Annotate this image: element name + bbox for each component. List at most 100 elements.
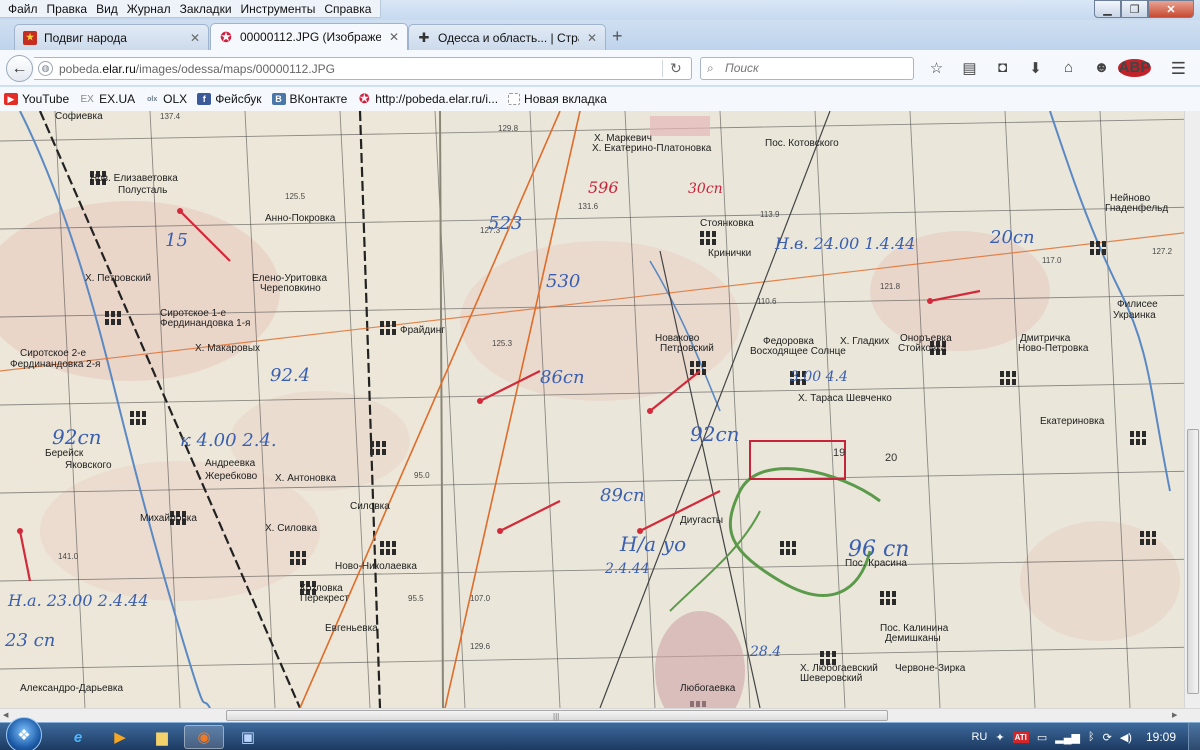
url-text[interactable]: pobeda.elar.ru/images/odessa/maps/000001… [59,62,335,76]
reload-icon[interactable]: ↻ [670,60,682,77]
elevation-mark: 110.6 [757,297,777,306]
olx-icon: olx [147,95,158,103]
bookmark-item[interactable]: ▶ YouTube [4,92,69,106]
vertical-scrollbar[interactable] [1184,111,1200,708]
clock[interactable]: 19:09 [1146,730,1176,744]
image-viewport[interactable]: Софиевка Нов. Елизаветовка Полусталь Анно-П… [0,111,1200,708]
toolbar-icons: ☆ ▤ ◘ ⬇ ⌂ ☻ ABP [920,59,1151,77]
horizontal-scroll-thumb[interactable]: ||| [226,710,888,721]
tab-map-image[interactable]: ✪ 00000112.JPG (Изображен... ✕ [210,23,408,50]
horizontal-scrollbar[interactable]: ◀ ||| ▶ [0,708,1200,722]
maximize-button[interactable]: ❐ [1121,0,1148,18]
village-block [296,559,300,565]
place-name: Пос. Котовского [765,138,839,149]
tab-podvig-naroda[interactable]: ★ Подвиг народа ✕ [14,24,209,50]
village-block [370,449,374,455]
place-name: Х. Тараса Шевченко [798,393,892,404]
bookmark-item[interactable]: Новая вкладка [508,92,607,106]
reader-list-icon[interactable]: ▤ [953,59,986,77]
village-block [1096,249,1100,255]
ati-icon[interactable]: ATI [1012,731,1029,743]
handwritten-annotation: 92.4 [270,365,310,386]
media-player-icon[interactable]: ▶ [100,725,140,749]
chat-icon[interactable]: ☻ [1085,59,1118,77]
sync-icon[interactable]: ⟳ [1103,731,1112,744]
tab-label: Одесса и область... | Стра... [438,30,579,45]
village-block [380,321,384,327]
elevation-mark: 113.9 [760,210,780,219]
elevation-mark: 107.0 [470,594,491,603]
village-block [1006,379,1010,385]
village-block [111,311,115,317]
pocket-icon[interactable]: ◘ [986,59,1019,77]
minimize-button[interactable]: ▁ [1094,0,1121,18]
bookmark-item[interactable]: B ВКонтакте [271,92,347,106]
search-input[interactable] [725,61,905,75]
village-block [1140,539,1144,545]
scroll-left-icon[interactable]: ◀ [3,711,8,719]
menu-hamburger-icon[interactable]: ☰ [1171,59,1186,79]
signal-icon[interactable]: ▂▄▆ [1055,731,1080,744]
file-explorer-icon[interactable]: ▆ [142,725,182,749]
village-block [792,541,796,547]
vertical-scroll-thumb[interactable] [1187,429,1199,694]
menu-item[interactable]: Вид [92,0,123,17]
bookmark-item[interactable]: ✪ http://pobeda.elar.ru/i... [357,91,498,106]
menu-item[interactable]: Справка [320,0,376,17]
village-block [702,361,706,367]
close-tab-icon[interactable]: ✕ [389,30,399,44]
elevation-mark: 95.5 [408,594,424,603]
place-name: Х. Силовка [265,523,317,534]
save-disk-icon[interactable]: ▣ [228,725,268,749]
language-indicator[interactable]: RU [971,731,987,743]
menu-item[interactable]: Журнал [123,0,176,17]
firefox-icon[interactable]: ◉ [184,725,224,749]
volume-icon[interactable]: ◀) [1120,731,1132,744]
star-bookmark-icon[interactable]: ☆ [920,59,953,77]
new-tab-button[interactable]: + [612,26,623,47]
address-bar[interactable]: ◍ pobeda.elar.ru/images/odessa/maps/0000… [34,57,692,80]
bookmark-item[interactable]: olx OLX [145,92,187,106]
show-desktop-button[interactable] [1188,723,1200,750]
unit-position [650,116,710,136]
adblock-icon[interactable]: ABP [1118,59,1151,77]
menu-item[interactable]: Файл [4,0,43,17]
village-block [892,599,896,605]
scroll-right-icon[interactable]: ▶ [1172,711,1177,719]
place-name: Фрайдинг [400,325,445,336]
place-name: Х. Гладких [840,336,889,347]
menu-item[interactable]: Закладки [176,0,237,17]
start-orb-icon[interactable]: ❖ [6,717,42,750]
scroll-grip-icon: ||| [553,712,560,721]
handwritten-annotation: 23 сп [4,630,55,651]
village-block [1102,241,1106,247]
village-block [392,541,396,547]
close-tab-icon[interactable]: ✕ [587,31,597,45]
bookmark-item[interactable]: EX EX.UA [79,92,135,106]
close-window-button[interactable]: ✕ [1148,0,1194,18]
elevation-mark: 131.6 [578,202,599,211]
internet-explorer-icon[interactable]: e [58,725,98,749]
handwritten-annotation: 30сп [688,181,723,197]
menu-item[interactable]: Правка [43,0,93,17]
tab-odessa[interactable]: ✚ Одесса и область... | Стра... ✕ [408,24,606,50]
site-identity-globe-icon[interactable]: ◍ [38,61,53,76]
download-icon[interactable]: ⬇ [1019,59,1052,77]
village-block [700,239,704,245]
home-icon[interactable]: ⌂ [1052,59,1085,77]
back-button[interactable]: ← [6,55,33,82]
windows-taskbar: ❖ e ▶ ▆ ◉ ▣ RU ✦ ATI ▭ ▂▄▆ ᛒ ⟳ ◀) 19:09 [0,717,1200,750]
village-block [111,319,115,325]
star-icon: ✪ [358,91,370,106]
tray-app-icon[interactable]: ✦ [995,731,1004,744]
network-icon[interactable]: ▭ [1037,731,1047,744]
arrow-head [177,208,183,214]
place-name: Евгеньевка [325,623,378,634]
bookmark-item[interactable]: f Фейсбук [197,92,262,106]
menu-item[interactable]: Инструменты [237,0,321,17]
bluetooth-icon[interactable]: ᛒ [1088,731,1095,743]
place-name: Кринички [708,248,751,259]
close-tab-icon[interactable]: ✕ [190,31,200,45]
handwritten-annotation: 596 [588,178,619,197]
search-box[interactable]: ⌕ [700,57,914,80]
